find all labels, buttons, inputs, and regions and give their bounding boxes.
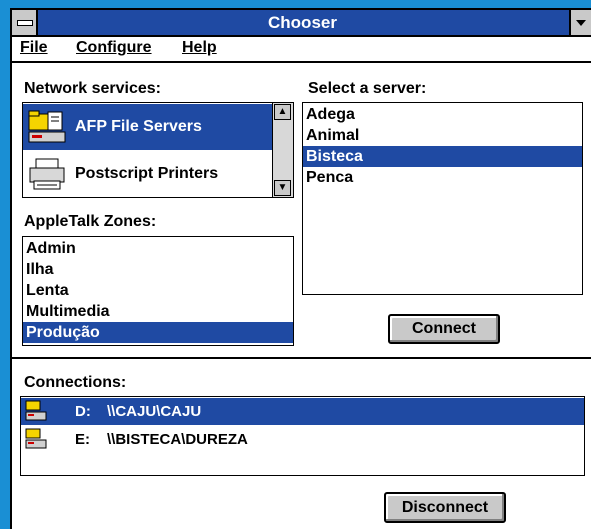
maximize-button[interactable] [569,10,591,35]
service-label: Postscript Printers [75,165,219,182]
service-label: AFP File Servers [75,118,202,135]
zone-item[interactable]: Lenta [23,280,293,301]
server-item[interactable]: Animal [303,125,582,146]
connection-drive: E: [75,431,90,448]
zone-item[interactable]: Admin [23,238,293,259]
menu-configure[interactable]: Configure [76,39,152,57]
menu-help-label: Help [182,39,217,56]
zone-item[interactable]: Multimedia [23,301,293,322]
service-afp-file-servers[interactable]: AFP File Servers [23,104,273,150]
window-title: Chooser [268,13,337,32]
connections-label: Connections: [24,374,127,391]
service-postscript-printers[interactable]: Postscript Printers [23,151,273,197]
system-menu-button[interactable] [12,10,38,35]
server-item[interactable]: Bisteca [303,146,582,167]
connection-path: \\BISTECA\DUREZA [107,431,248,448]
title-bar: Chooser [12,10,591,37]
connection-row[interactable]: E: \\BISTECA\DUREZA [21,426,584,453]
services-scrollbar[interactable]: ▲ ▼ [272,103,293,197]
connection-drive: D: [75,403,91,420]
zone-item[interactable]: Produção [23,322,293,343]
chevron-down-icon [576,20,586,26]
select-server-label: Select a server: [308,80,427,97]
disconnect-button[interactable]: Disconnect [384,492,506,523]
menu-file[interactable]: File [20,39,48,57]
chooser-window: Chooser File Configure Help Network serv… [10,8,591,529]
network-services-label: Network services: [24,80,161,97]
network-services-list[interactable]: AFP File Servers Postscript Printers ▲ ▼ [22,102,294,198]
zone-item[interactable]: Ilha [23,259,293,280]
network-drive-icon [25,400,49,426]
menu-bar: File Configure Help [12,37,591,63]
connection-row[interactable]: D: \\CAJU\CAJU [21,398,584,425]
server-item[interactable]: Adega [303,104,582,125]
system-menu-icon [17,20,33,26]
file-server-icon [28,110,68,149]
scroll-down-icon[interactable]: ▼ [274,180,291,196]
menu-help[interactable]: Help [182,39,217,57]
scroll-up-icon[interactable]: ▲ [274,104,291,120]
server-list[interactable]: Adega Animal Bisteca Penca [302,102,583,295]
appletalk-zones-label: AppleTalk Zones: [24,213,157,230]
menu-configure-label: Configure [76,39,152,56]
section-divider [12,357,591,359]
zones-list[interactable]: Admin Ilha Lenta Multimedia Produção [22,236,294,346]
connection-path: \\CAJU\CAJU [107,403,202,420]
network-drive-icon [25,428,49,454]
connect-button[interactable]: Connect [388,314,500,344]
printer-icon [28,157,68,196]
server-item[interactable]: Penca [303,167,582,188]
menu-file-label: File [20,39,48,56]
connections-list[interactable]: D: \\CAJU\CAJU E: \\BISTECA\DUREZA [20,396,585,476]
